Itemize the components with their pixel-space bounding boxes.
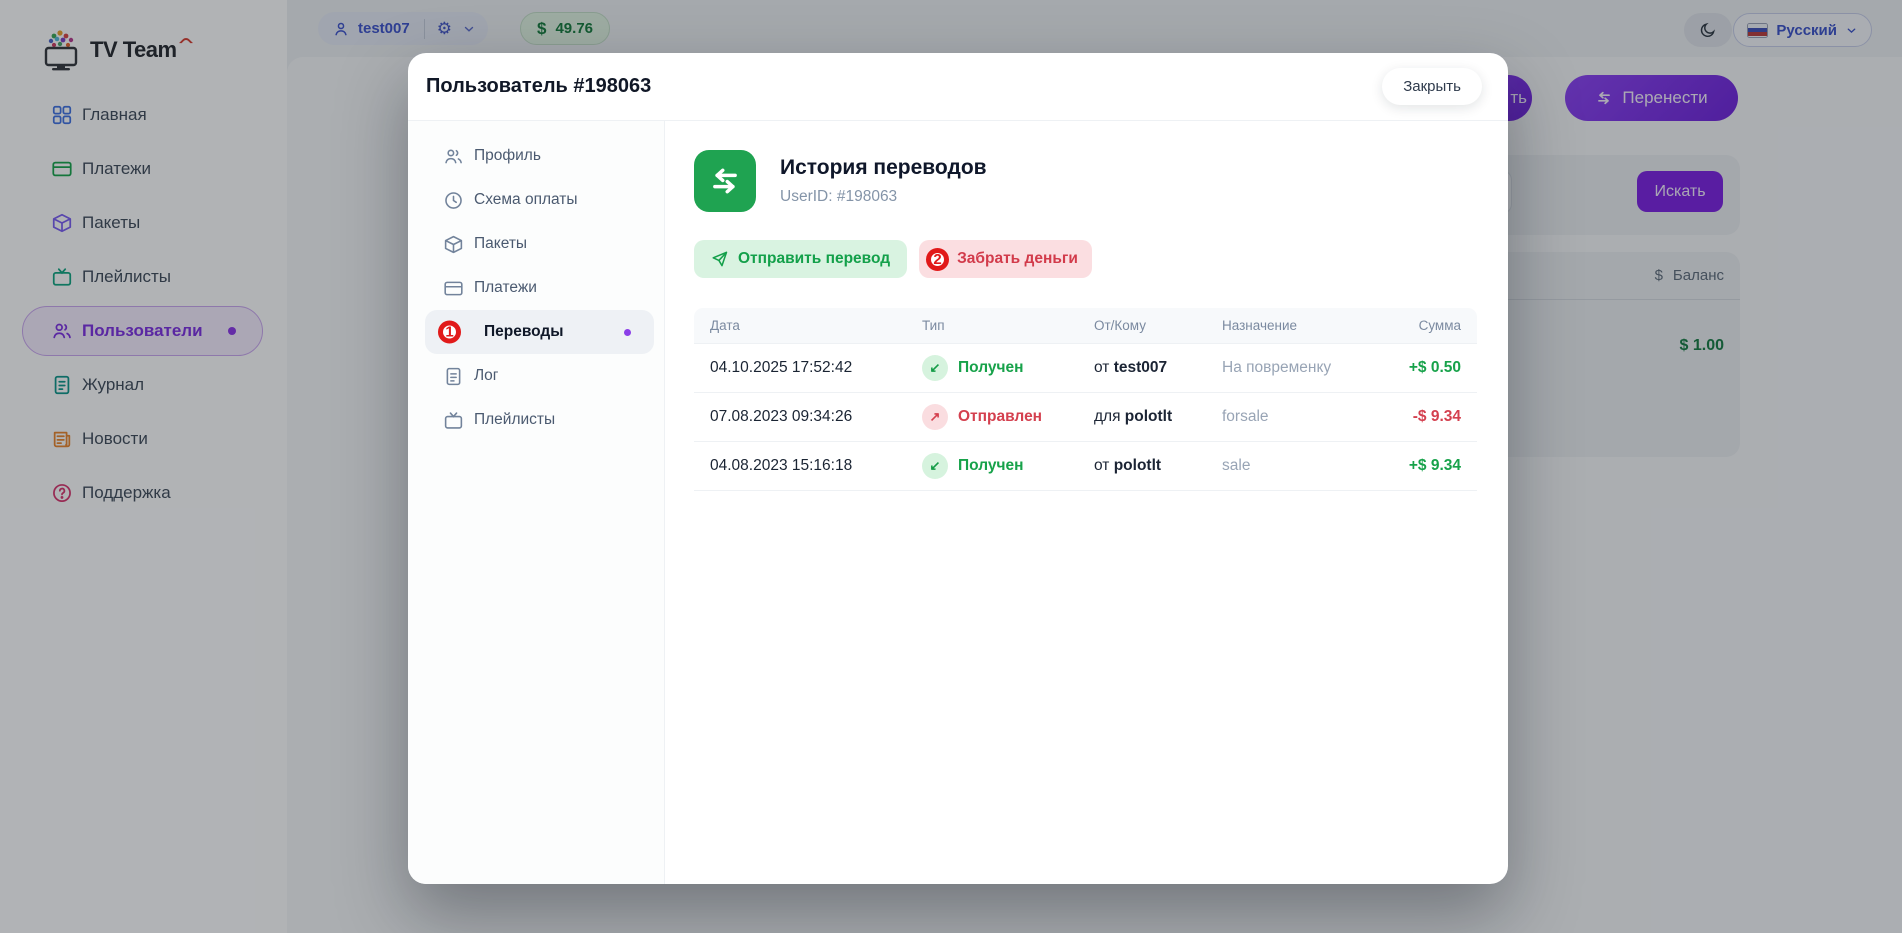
transfer-amount: +$ 9.34	[1378, 457, 1461, 475]
close-button[interactable]: Закрыть	[1382, 68, 1482, 105]
transfer-purpose: sale	[1222, 457, 1378, 475]
table-row: 04.08.2023 15:16:18 ↙ Получен от polotlt…	[694, 441, 1477, 490]
table-row: 07.08.2023 09:34:26 ↗ Отправлен для polo…	[694, 392, 1477, 441]
tv-icon	[443, 410, 464, 431]
withdraw-money-button[interactable]: 2 Забрать деньги	[919, 240, 1092, 278]
transfer-type-label: Получен	[958, 457, 1023, 475]
modal-body: Профиль Схема оплаты Пакеты Платежи 1 Пе…	[408, 121, 1508, 884]
transfer-icon	[694, 150, 756, 212]
modal-header: Пользователь #198063 Закрыть	[408, 53, 1508, 121]
active-dot	[624, 329, 631, 336]
step-annotation-1: 1	[438, 321, 461, 344]
app-root: TV Team Главная Платежи Пакеты Плейлисты	[0, 0, 1902, 933]
modal-nav-playlists[interactable]: Плейлисты	[408, 398, 664, 442]
transfer-type-label: Отправлен	[958, 408, 1042, 426]
transfer-type-label: Получен	[958, 359, 1023, 377]
col-type: Тип	[922, 318, 1094, 333]
step-annotation-2: 2	[926, 248, 949, 271]
transfers-title: История переводов	[780, 150, 987, 180]
paper-plane-icon	[711, 250, 729, 268]
transfer-purpose: На повременку	[1222, 359, 1378, 377]
modal-nav: Профиль Схема оплаты Пакеты Платежи 1 Пе…	[408, 121, 665, 884]
package-icon	[443, 234, 464, 255]
modal-nav-label: Схема оплаты	[474, 191, 578, 209]
table-bottom-border	[694, 490, 1477, 491]
party-username: test007	[1114, 359, 1167, 376]
modal-nav-payment-scheme[interactable]: Схема оплаты	[408, 178, 664, 222]
party-username: polotlt	[1125, 408, 1172, 425]
modal-nav-label: Лог	[474, 367, 498, 385]
modal-nav-log[interactable]: Лог	[408, 354, 664, 398]
user-modal: Пользователь #198063 Закрыть Профиль Схе…	[408, 53, 1508, 884]
modal-nav-label: Плейлисты	[474, 411, 555, 429]
col-amount: Сумма	[1378, 318, 1461, 333]
credit-card-icon	[443, 278, 464, 299]
transfers-header: История переводов UserID: #198063	[694, 150, 1508, 212]
transfers-userid: UserID: #198063	[780, 188, 987, 206]
party-username: polotlt	[1114, 457, 1161, 474]
users-icon	[443, 146, 464, 167]
clock-icon	[443, 190, 464, 211]
transfer-actions: Отправить перевод 2 Забрать деньги	[694, 240, 1508, 278]
send-transfer-button[interactable]: Отправить перевод	[694, 240, 907, 278]
modal-nav-label: Пакеты	[474, 235, 527, 253]
modal-nav-profile[interactable]: Профиль	[408, 134, 664, 178]
transfer-amount: +$ 0.50	[1378, 359, 1461, 377]
arrow-up-right-icon: ↗	[922, 404, 948, 430]
modal-nav-transfers[interactable]: 1 Переводы	[425, 310, 654, 354]
modal-nav-payments[interactable]: Платежи	[408, 266, 664, 310]
table-row: 04.10.2025 17:52:42 ↙ Получен от test007…	[694, 343, 1477, 392]
modal-nav-label: Профиль	[474, 147, 541, 165]
transfers-table: Дата Тип От/Кому Назначение Сумма 04.10.…	[694, 308, 1477, 491]
modal-title: Пользователь #198063	[426, 75, 651, 98]
transfers-table-header: Дата Тип От/Кому Назначение Сумма	[694, 308, 1477, 343]
arrow-down-left-icon: ↙	[922, 453, 948, 479]
col-purpose: Назначение	[1222, 318, 1378, 333]
modal-nav-label: Переводы	[484, 323, 564, 341]
transfer-amount: -$ 9.34	[1378, 408, 1461, 426]
transfers-panel: История переводов UserID: #198063 Отправ…	[665, 121, 1508, 884]
arrow-down-left-icon: ↙	[922, 355, 948, 381]
modal-nav-packages[interactable]: Пакеты	[408, 222, 664, 266]
col-date: Дата	[710, 318, 922, 333]
document-icon	[443, 366, 464, 387]
col-party: От/Кому	[1094, 318, 1222, 333]
modal-nav-label: Платежи	[474, 279, 537, 297]
transfer-purpose: forsale	[1222, 408, 1378, 426]
